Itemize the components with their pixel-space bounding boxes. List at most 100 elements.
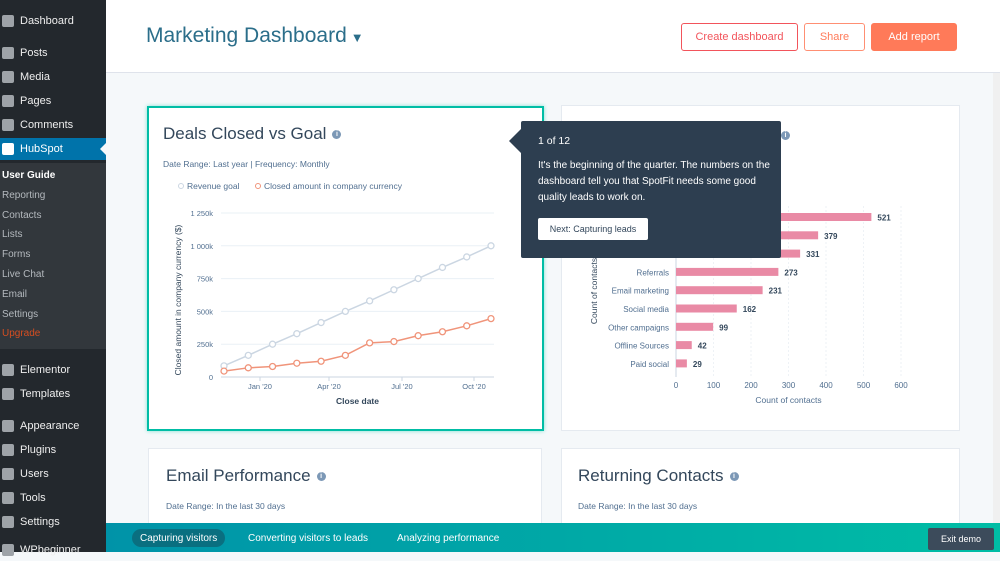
date-range: Date Range: Last year | Frequency: Month…	[163, 159, 330, 169]
data-point	[438, 328, 447, 336]
series-line-1	[223, 317, 492, 372]
sidebar-item-label: Comments	[20, 119, 74, 131]
sidebar-item-tools[interactable]: Tools	[0, 487, 106, 509]
y-tick-label: 1 000k	[190, 242, 213, 251]
bar	[676, 304, 737, 313]
x-tick-label: Apr '20	[317, 382, 341, 391]
category-label: Paid social	[630, 360, 669, 369]
submenu-item-settings[interactable]: Settings	[2, 309, 38, 320]
y-tick-label: 1 250k	[190, 209, 213, 218]
generic-icon	[2, 544, 14, 556]
card-title: Deals Closed vs Goal i	[163, 124, 342, 144]
date-range: Date Range: In the last 30 days	[578, 501, 698, 511]
submenu-item-user-guide[interactable]: User Guide	[2, 170, 55, 181]
data-point	[293, 359, 301, 367]
sidebar-item-elementor[interactable]: Elementor	[0, 359, 106, 381]
guide-tooltip: 1 of 12 It's the beginning of the quarte…	[509, 121, 781, 258]
sidebar-item-label: WPbeginner	[20, 544, 81, 556]
x-axis-title: Count of contacts	[755, 395, 821, 405]
legend-closed-marker	[255, 183, 261, 189]
submenu-item-contacts[interactable]: Contacts	[2, 210, 41, 221]
series-line-0	[223, 245, 492, 367]
deals-closed-card[interactable]: Deals Closed vs Goal i Date Range: Last y…	[147, 106, 544, 431]
exit-demo-button[interactable]: Exit demo	[928, 528, 994, 550]
bar-value-label: 162	[743, 305, 757, 314]
sidebar-item-dashboard[interactable]: Dashboard	[0, 10, 106, 32]
date-range: Date Range: In the last 30 days	[166, 501, 286, 511]
x-tick-label: 200	[744, 381, 758, 390]
deals-line-chart: Revenue goal Closed amount in company cur…	[173, 181, 495, 406]
submenu-item-upgrade[interactable]: Upgrade	[2, 328, 40, 339]
data-point	[438, 263, 447, 272]
bar	[676, 359, 687, 368]
sidebar-item-hubspot[interactable]: HubSpot	[0, 138, 106, 160]
submenu-item-live-chat[interactable]: Live Chat	[2, 269, 44, 280]
y-tick-label: 0	[209, 373, 213, 382]
y-axis-title: Count of contacts	[589, 258, 599, 324]
bar-value-label: 231	[769, 287, 783, 296]
step-capturing-visitors[interactable]: Capturing visitors	[132, 529, 226, 547]
info-icon[interactable]: i	[332, 130, 342, 140]
sidebar-item-label: Pages	[20, 95, 52, 107]
x-tick-label: 500	[857, 381, 871, 390]
next-step-button[interactable]: Next: Capturing leads	[538, 218, 648, 240]
sidebar-item-label: Tools	[20, 492, 46, 504]
legend-closed-label: Closed amount in company currency	[264, 181, 403, 191]
y-tick-label: 750k	[197, 275, 214, 284]
sidebar-item-comments[interactable]: Comments	[0, 114, 106, 136]
data-point	[268, 340, 277, 348]
submenu-item-email[interactable]: Email	[2, 289, 27, 300]
sidebar-item-label: Media	[20, 71, 50, 83]
card-title: Email Performance i	[166, 466, 326, 486]
sidebar-item-pages[interactable]: Pages	[0, 90, 106, 112]
submenu-item-forms[interactable]: Forms	[2, 249, 30, 260]
sidebar-item-label: Templates	[20, 388, 71, 400]
brush-icon	[2, 420, 14, 432]
bar	[676, 286, 763, 295]
category-label: Other campaigns	[608, 323, 669, 332]
share-button[interactable]: Share	[804, 23, 865, 51]
sidebar-item-users[interactable]: Users	[0, 463, 106, 485]
submenu-item-lists[interactable]: Lists	[2, 229, 23, 240]
scrollbar[interactable]	[993, 73, 1000, 523]
sidebar-item-label: Appearance	[20, 420, 80, 432]
hubspot-icon	[2, 143, 14, 155]
data-point	[365, 297, 374, 305]
dashboard-selector[interactable]: Marketing Dashboard ▼	[146, 24, 364, 48]
sidebar-item-label: Plugins	[20, 444, 57, 456]
dashboard-icon	[2, 15, 14, 27]
info-icon[interactable]: i	[729, 472, 739, 482]
step-analyzing-performance[interactable]: Analyzing performance	[389, 529, 507, 547]
info-icon[interactable]: i	[316, 472, 326, 482]
x-tick-label: 300	[782, 381, 796, 390]
x-tick-label: 100	[707, 381, 721, 390]
data-point	[341, 351, 350, 360]
x-tick-label: Oct '20	[462, 382, 486, 391]
sidebar-item-label: HubSpot	[20, 143, 63, 155]
sidebar-item-media[interactable]: Media	[0, 66, 106, 88]
pin-icon	[2, 47, 14, 59]
sidebar-item-appearance[interactable]: Appearance	[0, 415, 106, 437]
y-tick-label: 250k	[197, 340, 214, 349]
data-point	[365, 339, 374, 347]
sidebar-item-templates[interactable]: Templates	[0, 383, 106, 405]
sidebar-item-posts[interactable]: Posts	[0, 42, 106, 64]
x-tick-label: 600	[894, 381, 908, 390]
folder-icon	[2, 388, 14, 400]
sidebar-item-settings[interactable]: Settings	[0, 511, 106, 533]
step-converting-visitors[interactable]: Converting visitors to leads	[240, 529, 376, 547]
data-point	[341, 307, 350, 316]
step-counter: 1 of 12	[538, 135, 571, 147]
sidebar-item-label: Elementor	[20, 364, 71, 376]
demo-steps-bar: Capturing visitors Converting visitors t…	[106, 523, 1000, 552]
data-point	[414, 274, 422, 283]
submenu-item-reporting[interactable]: Reporting	[2, 190, 45, 201]
add-report-button[interactable]: Add report	[871, 23, 957, 51]
sidebar-item-plugins[interactable]: Plugins	[0, 439, 106, 461]
page-title: Marketing Dashboard	[146, 24, 347, 47]
create-dashboard-button[interactable]: Create dashboard	[681, 23, 798, 51]
sidebar-item-wpbeginner[interactable]: WPbeginner	[0, 539, 106, 561]
data-point	[414, 332, 422, 340]
dashboard-header: Marketing Dashboard ▼ Create dashboard Sh…	[106, 0, 1000, 73]
data-point	[268, 362, 277, 371]
